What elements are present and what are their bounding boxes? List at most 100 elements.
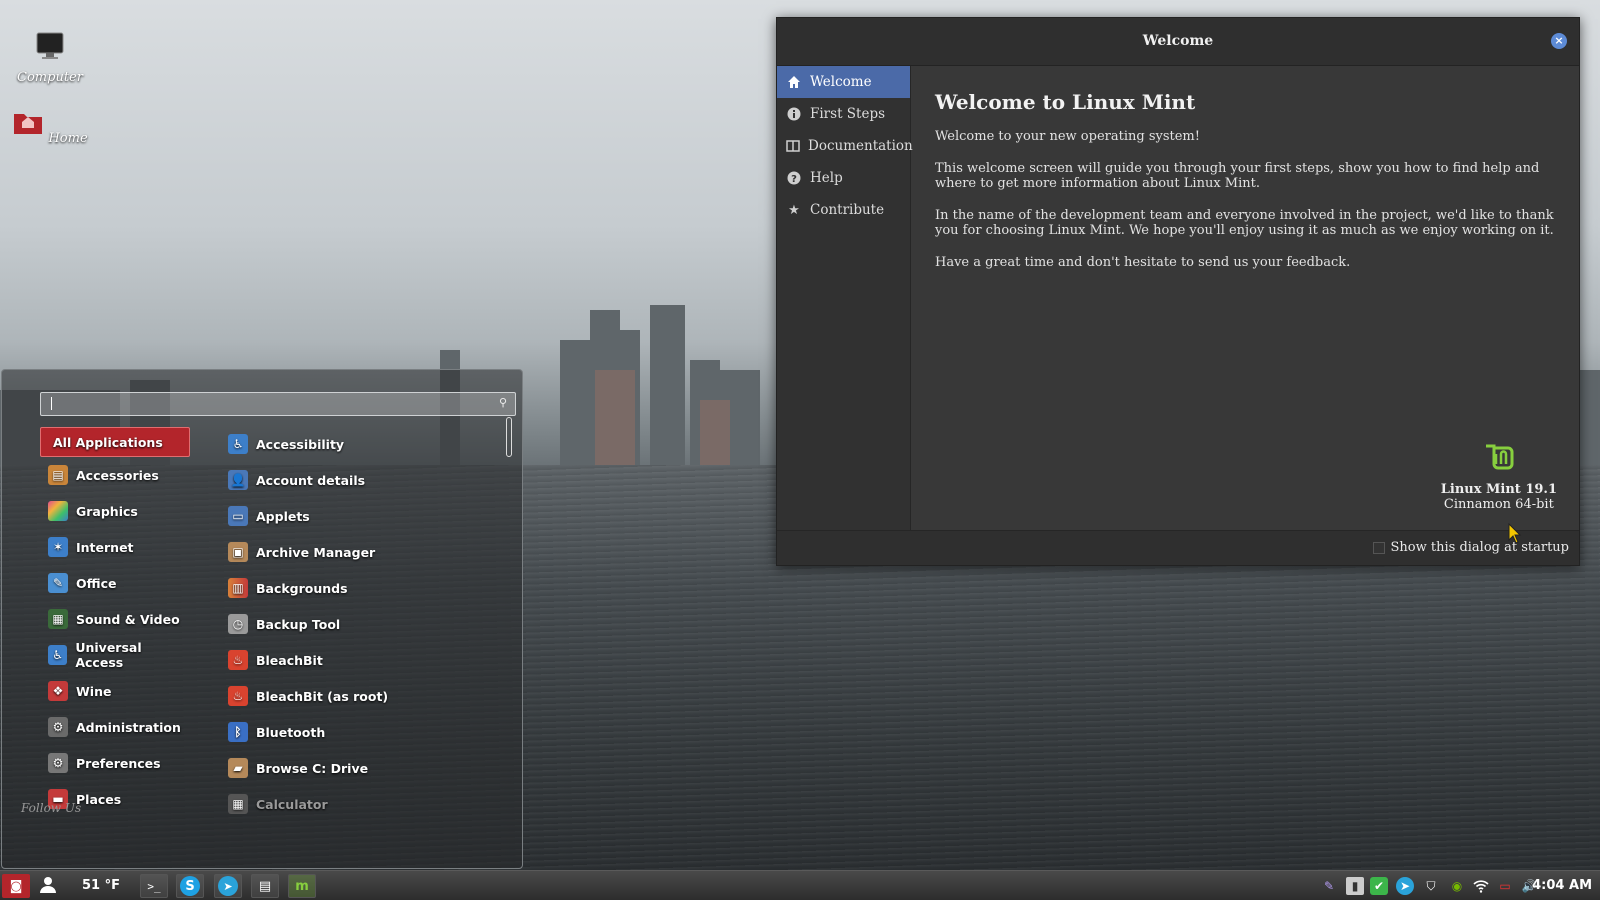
text-editor-icon: ▤	[258, 878, 272, 894]
app-bleachbit[interactable]: ♨ BleachBit	[228, 645, 508, 675]
removable-drive-icon[interactable]: ▮	[1346, 877, 1364, 895]
app-calculator[interactable]: ▦ Calculator	[228, 789, 508, 819]
shield-icon[interactable]: ⛉	[1422, 877, 1440, 895]
welcome-paragraph: In the name of the development team and …	[935, 208, 1554, 238]
sidebar-item-first-steps[interactable]: First Steps	[777, 98, 910, 130]
category-label: Wine	[76, 683, 112, 699]
svg-text:?: ?	[791, 174, 797, 185]
clock[interactable]: 4:04 AM	[1532, 878, 1592, 893]
sidebar-item-label: Contribute	[810, 202, 885, 218]
app-label: BleachBit	[256, 652, 323, 668]
help-icon: ?	[786, 170, 802, 186]
category-universal-access[interactable]: ♿ Universal Access	[40, 640, 190, 670]
preferences-icon: ⚙	[48, 753, 68, 773]
startup-checkbox-row[interactable]: Show this dialog at startup	[1372, 540, 1569, 555]
search-input[interactable]: ⚲	[40, 392, 516, 416]
app-applets[interactable]: ▭ Applets	[228, 501, 508, 531]
sidebar-item-welcome[interactable]: Welcome	[777, 66, 910, 98]
office-icon: ✎	[48, 573, 68, 593]
nvidia-icon[interactable]: ◉	[1448, 877, 1466, 895]
account-icon: 👤	[228, 470, 248, 490]
accessibility-icon: ♿	[228, 434, 248, 454]
app-label: Applets	[256, 508, 310, 524]
user-icon	[39, 875, 57, 897]
category-administration[interactable]: ⚙ Administration	[40, 712, 190, 742]
sidebar-item-label: Help	[810, 170, 843, 186]
weather-applet[interactable]: 51 °F	[82, 878, 120, 893]
text-editor-launcher[interactable]: ▤	[251, 874, 279, 898]
startup-checkbox-label: Show this dialog at startup	[1390, 540, 1569, 555]
app-browse-c-drive[interactable]: ▰ Browse C: Drive	[228, 753, 508, 783]
user-applet[interactable]	[34, 874, 62, 898]
category-label: Sound & Video	[76, 611, 180, 627]
terminal-launcher[interactable]: >_	[140, 874, 168, 898]
desktop-icon-computer[interactable]: Computer	[10, 30, 90, 85]
category-label: Places	[76, 791, 122, 807]
app-label: Accessibility	[256, 436, 345, 452]
close-icon: ×	[1554, 34, 1564, 47]
category-wine[interactable]: ❖ Wine	[40, 676, 190, 706]
app-label: BleachBit (as root)	[256, 688, 389, 704]
welcome-content: Welcome to Linux Mint Welcome to your ne…	[911, 66, 1579, 532]
graphics-icon	[48, 501, 68, 521]
bluetooth-icon: ᛒ	[228, 722, 248, 742]
sidebar-item-contribute[interactable]: ★ Contribute	[777, 194, 910, 226]
app-backup-tool[interactable]: ◷ Backup Tool	[228, 609, 508, 639]
bottom-panel: ◙ 51 °F >_ S ➤ ▤ m ✎ ▮ ✔ ➤ ⛉ ◉ ▭ 🔊 4:04 …	[0, 870, 1600, 900]
welcome-window: Welcome × Welcome First Steps Documentat…	[776, 17, 1580, 566]
sidebar-item-label: First Steps	[810, 106, 886, 122]
category-preferences[interactable]: ⚙ Preferences	[40, 748, 190, 778]
window-title: Welcome	[777, 18, 1579, 66]
skype-icon: S	[180, 876, 200, 896]
desktop-icon-home[interactable]: Home	[10, 106, 90, 146]
app-label: Archive Manager	[256, 544, 376, 560]
app-label: Backgrounds	[256, 580, 348, 596]
application-menu: ⚲ All Applications ▤ Accessories Graphic…	[1, 369, 523, 869]
category-graphics[interactable]: Graphics	[40, 496, 190, 526]
category-sound-video[interactable]: ▦ Sound & Video	[40, 604, 190, 634]
category-label: Preferences	[76, 755, 161, 771]
feather-icon[interactable]: ✎	[1320, 877, 1338, 895]
category-label: Graphics	[76, 503, 138, 519]
wine-icon: ❖	[48, 681, 68, 701]
archive-icon: ▣	[228, 542, 248, 562]
skype-launcher[interactable]: S	[176, 874, 204, 898]
book-icon	[786, 138, 800, 154]
app-label: Backup Tool	[256, 616, 341, 632]
sound-video-icon: ▦	[48, 609, 68, 629]
star-icon: ★	[788, 202, 800, 218]
menu-button[interactable]: ◙	[2, 874, 30, 898]
wifi-icon[interactable]	[1472, 877, 1490, 895]
welcome-window-button[interactable]: m	[288, 874, 316, 898]
app-label: Calculator	[256, 796, 328, 812]
internet-icon: ✶	[48, 537, 68, 557]
home-folder-icon	[14, 114, 43, 134]
administration-icon: ⚙	[48, 717, 68, 737]
update-manager-icon[interactable]: ✔	[1370, 877, 1388, 895]
category-all-applications[interactable]: All Applications	[40, 427, 190, 457]
startup-checkbox[interactable]	[1372, 541, 1385, 554]
app-backgrounds[interactable]: ▥ Backgrounds	[228, 573, 508, 603]
category-accessories[interactable]: ▤ Accessories	[40, 460, 190, 490]
app-account-details[interactable]: 👤 Account details	[228, 465, 508, 495]
search-icon: ⚲	[498, 396, 507, 409]
drive-icon: ▰	[228, 758, 248, 778]
sidebar-item-documentation[interactable]: Documentation	[777, 130, 913, 162]
app-bleachbit-root[interactable]: ♨ BleachBit (as root)	[228, 681, 508, 711]
bleachbit-root-icon: ♨	[228, 686, 248, 706]
category-office[interactable]: ✎ Office	[40, 568, 190, 598]
category-label: All Applications	[53, 434, 163, 450]
terminal-icon: >_	[147, 879, 161, 893]
app-bluetooth[interactable]: ᛒ Bluetooth	[228, 717, 508, 747]
category-internet[interactable]: ✶ Internet	[40, 532, 190, 562]
telegram-tray-icon[interactable]: ➤	[1396, 877, 1414, 895]
telegram-launcher[interactable]: ➤	[214, 874, 242, 898]
app-accessibility[interactable]: ♿ Accessibility	[228, 429, 508, 459]
battery-icon[interactable]: ▭	[1496, 877, 1514, 895]
window-footer: Show this dialog at startup	[777, 530, 1579, 565]
app-archive-manager[interactable]: ▣ Archive Manager	[228, 537, 508, 567]
linux-mint-logo-icon: m	[295, 878, 309, 894]
welcome-paragraph: Have a great time and don't hesitate to …	[935, 255, 1351, 270]
close-button[interactable]: ×	[1551, 33, 1567, 49]
sidebar-item-help[interactable]: ? Help	[777, 162, 910, 194]
